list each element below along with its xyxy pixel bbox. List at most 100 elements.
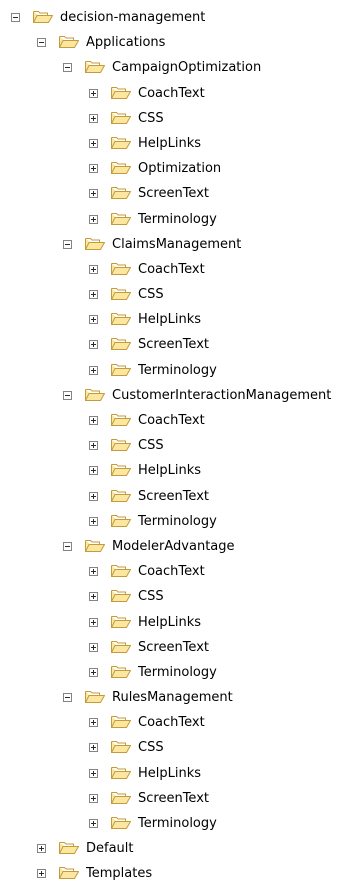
tree-node-decision-management-applications-modeleradvantage[interactable]: ModelerAdvantage: [0, 535, 360, 560]
tree-node-label[interactable]: Terminology: [138, 664, 217, 682]
tree-node-decision-management-applications-campaignoptimization-css[interactable]: CSS: [0, 107, 360, 132]
tree-node-label[interactable]: CustomerInteractionManagement: [112, 387, 331, 405]
expand-plus-icon[interactable]: [89, 592, 98, 602]
expand-plus-icon[interactable]: [37, 869, 46, 879]
tree-node-label[interactable]: CSS: [138, 437, 164, 455]
tree-node-decision-management-applications-claimsmanagement-coachtext[interactable]: CoachText: [0, 258, 360, 283]
collapse-minus-icon[interactable]: [63, 63, 72, 73]
expand-plus-icon[interactable]: [89, 743, 98, 753]
tree-node-label[interactable]: decision-management: [60, 9, 205, 27]
tree-node-decision-management-applications-modeleradvantage-helplinks[interactable]: HelpLinks: [0, 611, 360, 636]
tree-node-decision-management-applications-claimsmanagement-helplinks[interactable]: HelpLinks: [0, 308, 360, 333]
expand-plus-icon[interactable]: [89, 340, 98, 350]
tree-node-decision-management-applications-modeleradvantage-coachtext[interactable]: CoachText: [0, 560, 360, 585]
expand-plus-icon[interactable]: [89, 214, 98, 224]
tree-node-decision-management-applications-claimsmanagement-css[interactable]: CSS: [0, 283, 360, 308]
tree-node-label[interactable]: ScreenText: [138, 185, 209, 203]
tree-node-decision-management-applications-customerinteractionmanagement-coachtext[interactable]: CoachText: [0, 409, 360, 434]
tree-node-label[interactable]: CoachText: [138, 261, 205, 279]
expand-plus-icon[interactable]: [89, 567, 98, 577]
expand-plus-icon[interactable]: [89, 466, 98, 476]
tree-node-label[interactable]: Applications: [86, 34, 165, 52]
tree-node-decision-management-applications-customerinteractionmanagement-css[interactable]: CSS: [0, 434, 360, 459]
tree-node-label[interactable]: ScreenText: [138, 790, 209, 808]
tree-node-label[interactable]: Terminology: [138, 815, 217, 833]
tree-node-decision-management-applications-campaignoptimization-helplinks[interactable]: HelpLinks: [0, 132, 360, 157]
tree-node-label[interactable]: CoachText: [138, 85, 205, 103]
tree-node-decision-management-applications-campaignoptimization-terminology[interactable]: Terminology: [0, 208, 360, 233]
tree-node-label[interactable]: CSS: [138, 286, 164, 304]
expand-plus-icon[interactable]: [89, 164, 98, 174]
tree-node-label[interactable]: HelpLinks: [138, 462, 201, 480]
tree-node-decision-management-applications-campaignoptimization-optimization[interactable]: Optimization: [0, 157, 360, 182]
expand-plus-icon[interactable]: [89, 768, 98, 778]
tree-node-decision-management[interactable]: decision-management: [0, 6, 360, 31]
tree-node-decision-management-applications-rulesmanagement-screentext[interactable]: ScreenText: [0, 787, 360, 812]
expand-plus-icon[interactable]: [89, 138, 98, 148]
collapse-minus-icon[interactable]: [63, 239, 72, 249]
tree-node-decision-management-applications-campaignoptimization-coachtext[interactable]: CoachText: [0, 82, 360, 107]
tree-node-label[interactable]: Terminology: [138, 513, 217, 531]
tree-node-decision-management-applications-claimsmanagement-terminology[interactable]: Terminology: [0, 359, 360, 384]
tree-node-label[interactable]: Templates: [86, 865, 152, 883]
tree-node-label[interactable]: HelpLinks: [138, 311, 201, 329]
tree-node-label[interactable]: CampaignOptimization: [112, 59, 261, 77]
tree-node-label[interactable]: CoachText: [138, 412, 205, 430]
tree-node-decision-management-applications-rulesmanagement-terminology[interactable]: Terminology: [0, 812, 360, 837]
tree-node-label[interactable]: HelpLinks: [138, 614, 201, 632]
expand-plus-icon[interactable]: [89, 642, 98, 652]
expand-plus-icon[interactable]: [89, 617, 98, 627]
tree-node-label[interactable]: CSS: [138, 588, 164, 606]
tree-node-label[interactable]: Terminology: [138, 362, 217, 380]
expand-plus-icon[interactable]: [89, 793, 98, 803]
expand-plus-icon[interactable]: [89, 290, 98, 300]
collapse-minus-icon[interactable]: [63, 541, 72, 551]
tree-node-label[interactable]: ScreenText: [138, 488, 209, 506]
tree-node-label[interactable]: ScreenText: [138, 336, 209, 354]
tree-node-decision-management-default[interactable]: Default: [0, 837, 360, 862]
collapse-minus-icon[interactable]: [63, 390, 72, 400]
expand-plus-icon[interactable]: [89, 516, 98, 526]
tree-node-label[interactable]: CoachText: [138, 563, 205, 581]
tree-node-decision-management-applications-customerinteractionmanagement-screentext[interactable]: ScreenText: [0, 485, 360, 510]
tree-node-decision-management-applications-rulesmanagement-css[interactable]: CSS: [0, 736, 360, 761]
tree-node-decision-management-applications-rulesmanagement-coachtext[interactable]: CoachText: [0, 711, 360, 736]
tree-node-decision-management-applications-customerinteractionmanagement-terminology[interactable]: Terminology: [0, 510, 360, 535]
collapse-minus-icon[interactable]: [37, 38, 46, 48]
tree-node-decision-management-applications-rulesmanagement-helplinks[interactable]: HelpLinks: [0, 762, 360, 787]
expand-plus-icon[interactable]: [37, 844, 46, 854]
tree-node-label[interactable]: RulesManagement: [112, 689, 233, 707]
expand-plus-icon[interactable]: [89, 718, 98, 728]
tree-node-decision-management-applications-claimsmanagement-screentext[interactable]: ScreenText: [0, 333, 360, 358]
tree-node-decision-management-applications-customerinteractionmanagement-helplinks[interactable]: HelpLinks: [0, 459, 360, 484]
tree-node-decision-management-applications-modeleradvantage-screentext[interactable]: ScreenText: [0, 636, 360, 661]
expand-plus-icon[interactable]: [89, 667, 98, 677]
expand-plus-icon[interactable]: [89, 365, 98, 375]
tree-node-label[interactable]: HelpLinks: [138, 135, 201, 153]
tree-node-label[interactable]: ScreenText: [138, 639, 209, 657]
collapse-minus-icon[interactable]: [63, 693, 72, 703]
tree-node-label[interactable]: Terminology: [138, 211, 217, 229]
collapse-minus-icon[interactable]: [11, 13, 20, 22]
tree-node-decision-management-applications-customerinteractionmanagement[interactable]: CustomerInteractionManagement: [0, 384, 360, 409]
tree-node-label[interactable]: Optimization: [138, 160, 221, 178]
expand-plus-icon[interactable]: [89, 113, 98, 123]
expand-plus-icon[interactable]: [89, 88, 98, 98]
expand-plus-icon[interactable]: [89, 819, 98, 828]
tree-node-label[interactable]: CSS: [138, 110, 164, 128]
expand-plus-icon[interactable]: [89, 491, 98, 501]
tree-node-decision-management-applications-rulesmanagement[interactable]: RulesManagement: [0, 686, 360, 711]
tree-node-label[interactable]: ModelerAdvantage: [112, 538, 235, 556]
tree-node-decision-management-applications-modeleradvantage-terminology[interactable]: Terminology: [0, 661, 360, 686]
tree-node-label[interactable]: Default: [86, 840, 134, 858]
expand-plus-icon[interactable]: [89, 441, 98, 451]
tree-node-label[interactable]: ClaimsManagement: [112, 236, 241, 254]
tree-node-decision-management-applications-campaignoptimization-screentext[interactable]: ScreenText: [0, 182, 360, 207]
tree-node-decision-management-applications-claimsmanagement[interactable]: ClaimsManagement: [0, 233, 360, 258]
expand-plus-icon[interactable]: [89, 315, 98, 325]
expand-plus-icon[interactable]: [89, 264, 98, 274]
expand-plus-icon[interactable]: [89, 189, 98, 199]
tree-node-label[interactable]: CoachText: [138, 714, 205, 732]
tree-node-label[interactable]: HelpLinks: [138, 765, 201, 783]
tree-node-decision-management-applications-campaignoptimization[interactable]: CampaignOptimization: [0, 56, 360, 81]
